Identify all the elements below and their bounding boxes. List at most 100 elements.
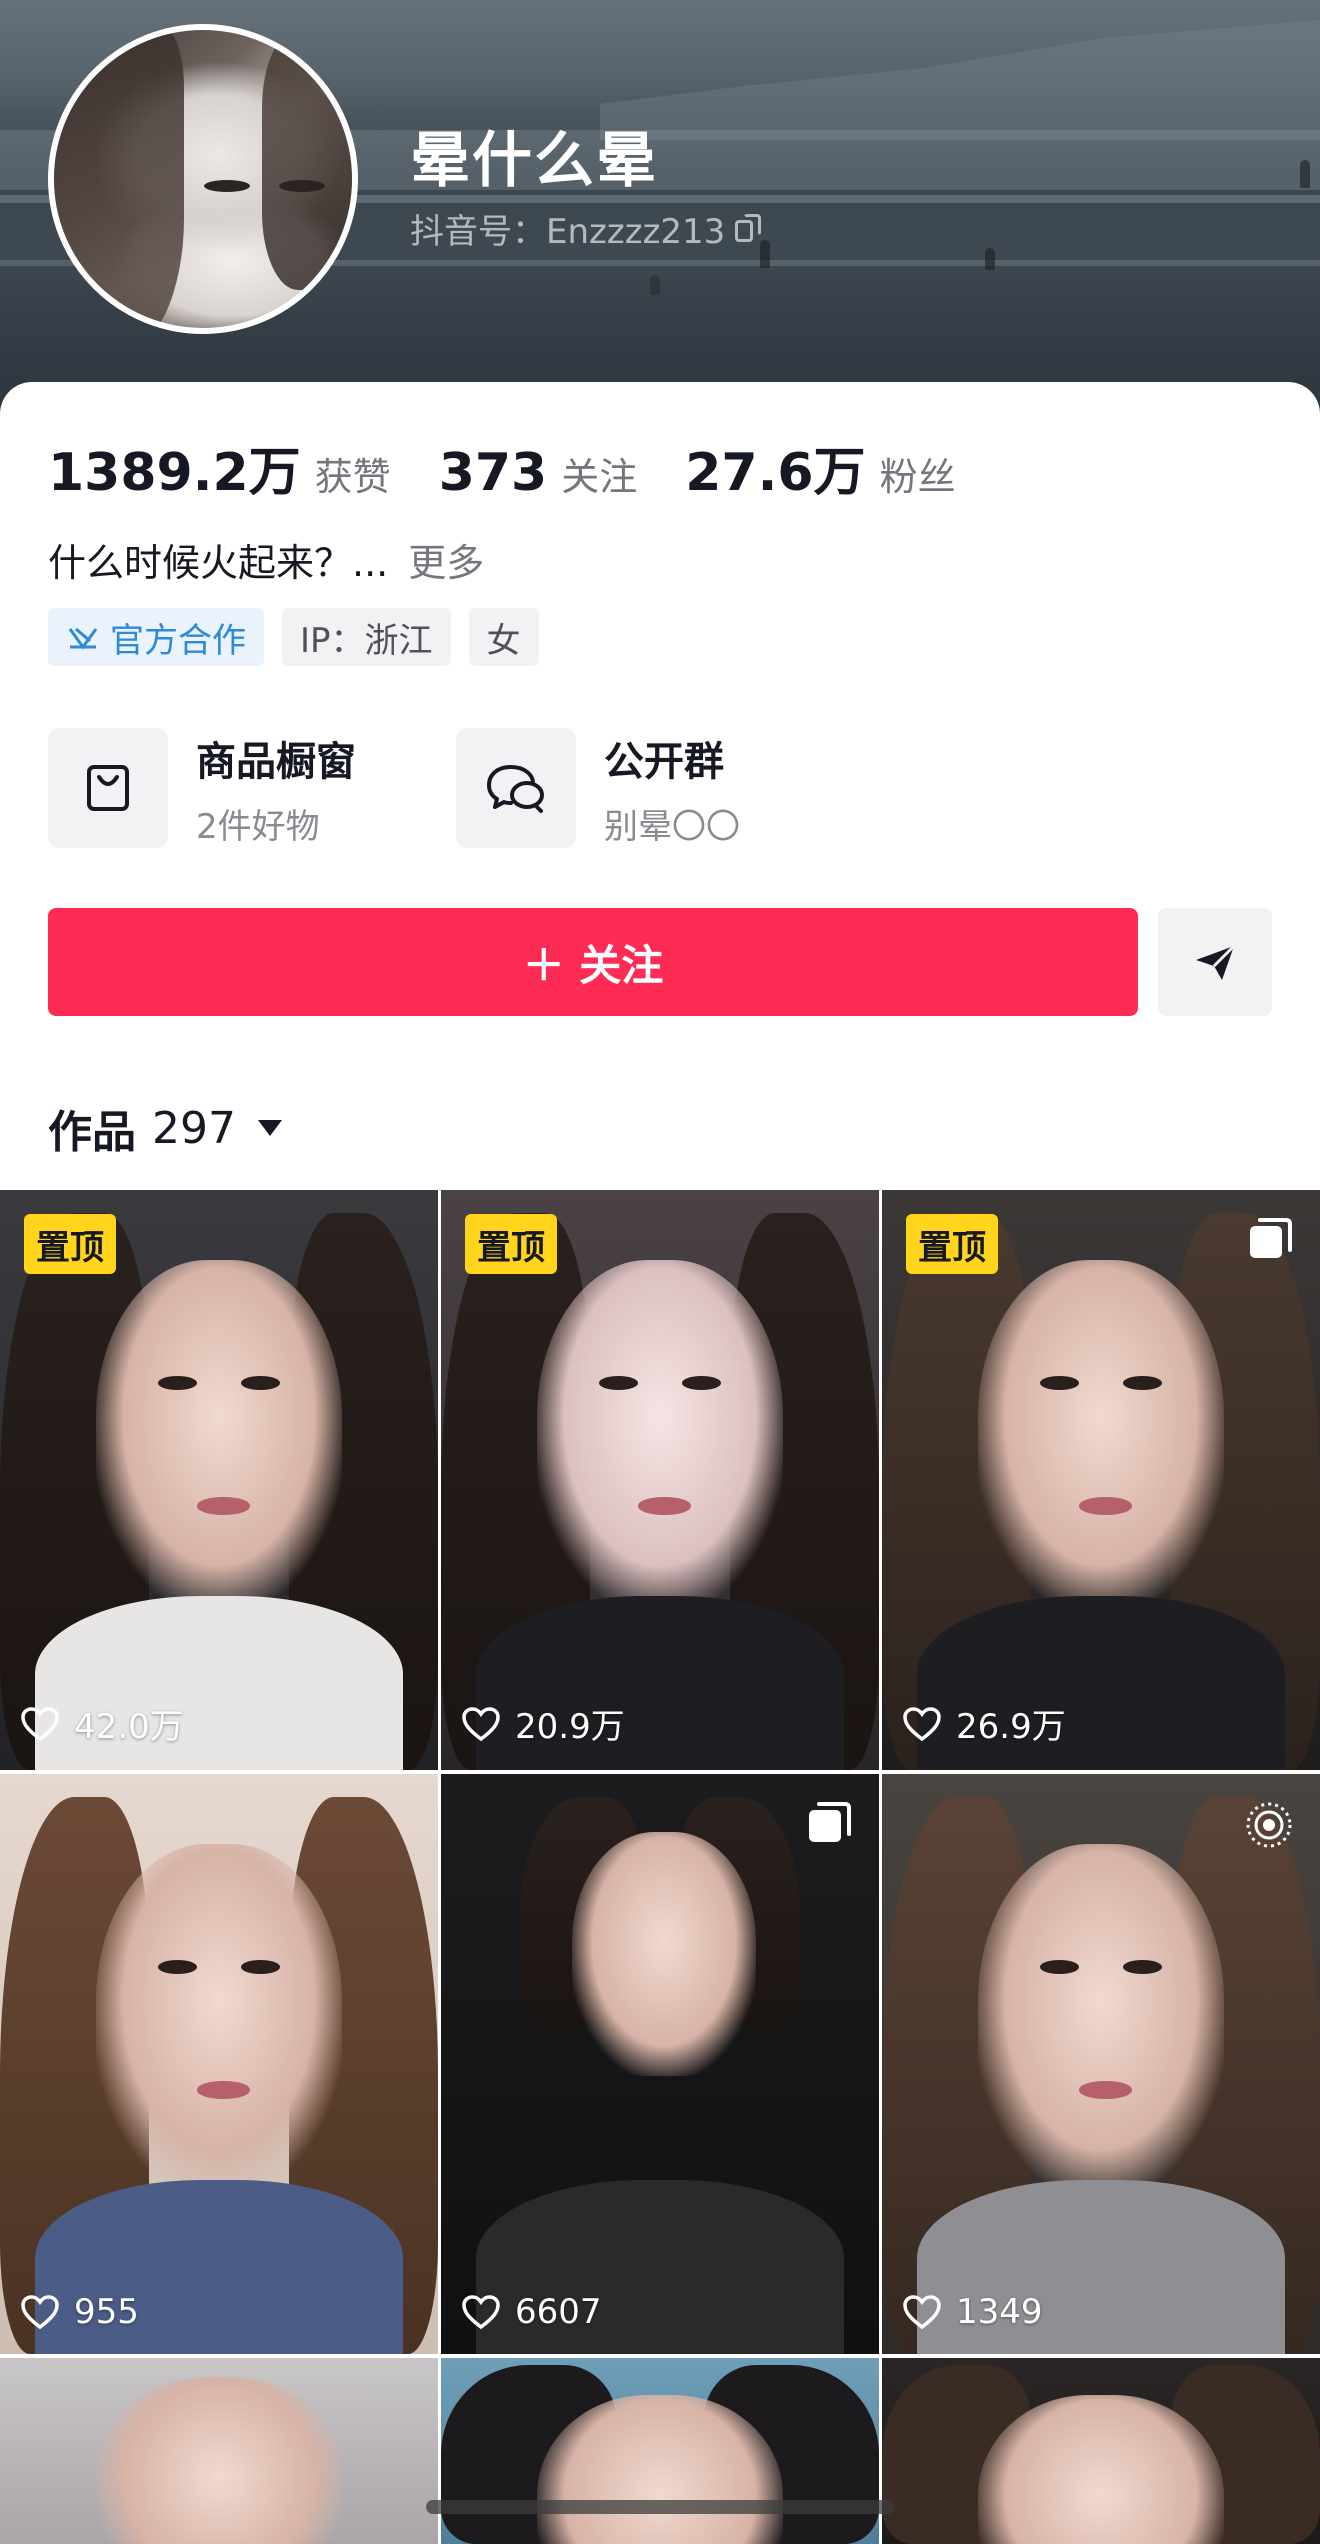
- avatar-hair: [54, 30, 184, 328]
- heart-icon: [21, 2295, 59, 2330]
- heart-icon: [462, 1706, 500, 1741]
- like-count: 26.9万: [902, 1699, 1066, 1748]
- thumb-lips: [1079, 1497, 1132, 1515]
- bio-more-link[interactable]: 更多: [408, 541, 484, 585]
- works-tab[interactable]: 作品 297: [48, 1096, 282, 1160]
- product-showcase-entry[interactable]: 商品橱窗 2件好物: [48, 728, 456, 848]
- like-count-value: 6607: [515, 2292, 602, 2332]
- post-thumbnail[interactable]: 置顶 42.0万: [0, 1190, 438, 1770]
- douyin-id-row[interactable]: 抖音号：Enzzzz213: [410, 204, 762, 253]
- stat-value: 373: [438, 443, 548, 503]
- works-label: 作品: [48, 1107, 136, 1158]
- stat-value: 1389.2万: [48, 443, 301, 503]
- send-icon: [1196, 944, 1236, 980]
- dropdown-triangle-icon[interactable]: [257, 1120, 282, 1136]
- stat-value: 27.6万: [685, 443, 866, 503]
- thumb-eye: [240, 1375, 281, 1390]
- public-group-text: 公开群 别晕〇〇: [604, 729, 740, 848]
- avatar-eye: [279, 180, 325, 192]
- like-count: 1349: [902, 2292, 1043, 2332]
- profile-screen: 晕什么晕 抖音号：Enzzzz213 1389.2万 获赞 373 关注 27.…: [0, 0, 1320, 2544]
- post-thumbnail[interactable]: 置顶 20.9万: [441, 1190, 879, 1770]
- post-thumbnail[interactable]: [441, 2358, 879, 2544]
- tag-row: 官方合作 IP：浙江 女: [48, 608, 539, 666]
- thumb-eye: [1039, 1375, 1080, 1390]
- banner-figure: [650, 275, 660, 295]
- avatar-eye: [204, 180, 250, 192]
- thumb-face: [572, 1832, 757, 2076]
- banner-figure: [1300, 160, 1310, 188]
- thumb-eye: [598, 1375, 639, 1390]
- thumb-face: [96, 1259, 342, 1608]
- follow-button[interactable]: ＋ 关注: [48, 908, 1138, 1016]
- banner-figure: [760, 240, 770, 268]
- product-showcase-text: 商品橱窗 2件好物: [196, 729, 356, 848]
- like-count: 42.0万: [20, 1699, 184, 1748]
- stat-followers[interactable]: 27.6万 粉丝: [685, 430, 955, 505]
- heart-icon: [903, 2295, 941, 2330]
- thumb-face: [978, 1259, 1224, 1608]
- stat-likes[interactable]: 1389.2万 获赞: [48, 430, 391, 505]
- live-photo-icon: [1246, 1802, 1292, 1848]
- thumb-face: [96, 1843, 342, 2192]
- avatar-hair: [262, 30, 352, 290]
- thumb-face: [96, 2376, 342, 2544]
- avatar[interactable]: [48, 24, 358, 334]
- post-thumbnail[interactable]: [0, 2358, 438, 2544]
- public-group-title: 公开群: [604, 738, 724, 785]
- share-button[interactable]: [1158, 908, 1272, 1016]
- official-cooperation-tag[interactable]: 官方合作: [48, 608, 264, 666]
- heart-icon: [462, 2295, 500, 2330]
- like-count: 20.9万: [461, 1699, 625, 1748]
- post-thumbnail[interactable]: 955: [0, 1774, 438, 2354]
- thumb-eye: [240, 1959, 281, 1974]
- douyin-id-text: 抖音号：Enzzzz213: [410, 212, 726, 252]
- official-cooperation-label: 官方合作: [110, 620, 246, 661]
- copy-icon[interactable]: [735, 213, 762, 244]
- pinned-badge: 置顶: [906, 1214, 998, 1274]
- product-showcase-subtitle: 2件好物: [196, 806, 320, 847]
- ip-location-tag: IP：浙江: [282, 608, 451, 666]
- bio-text: 什么时候火起来？...: [48, 541, 389, 585]
- shopping-bag-icon: [48, 728, 168, 848]
- post-thumbnail[interactable]: 6607: [441, 1774, 879, 2354]
- thumb-eye: [1122, 1959, 1163, 1974]
- works-count: 297: [152, 1102, 236, 1154]
- group-chat-icon: [456, 728, 576, 848]
- thumb-lips: [1079, 2081, 1132, 2099]
- thumb-face: [537, 1259, 783, 1608]
- feature-row: 商品橱窗 2件好物 公开群 别晕〇〇: [48, 728, 864, 848]
- pinned-badge: 置顶: [465, 1214, 557, 1274]
- like-count: 955: [20, 2292, 139, 2332]
- like-count: 6607: [461, 2292, 602, 2332]
- bio: 什么时候火起来？... 更多: [48, 532, 484, 587]
- product-showcase-title: 商品橱窗: [196, 738, 356, 785]
- stat-label: 获赞: [314, 455, 391, 499]
- like-count-value: 42.0万: [74, 1707, 184, 1747]
- post-thumbnail[interactable]: 1349: [882, 1774, 1320, 2354]
- public-group-entry[interactable]: 公开群 别晕〇〇: [456, 728, 864, 848]
- follow-button-label: ＋ 关注: [522, 940, 664, 990]
- like-count-value: 20.9万: [515, 1707, 625, 1747]
- home-indicator[interactable]: [426, 2500, 894, 2514]
- multi-image-icon: [1250, 1218, 1292, 1258]
- stat-following[interactable]: 373 关注: [439, 443, 638, 503]
- thumb-lips: [638, 1497, 691, 1515]
- thumb-eye: [1122, 1375, 1163, 1390]
- like-count-value: 26.9万: [956, 1707, 1066, 1747]
- banner-figure: [985, 248, 995, 270]
- thumb-face: [978, 1843, 1224, 2192]
- gender-tag: 女: [468, 608, 539, 666]
- thumb-eye: [157, 1959, 198, 1974]
- stats-row: 1389.2万 获赞 373 关注 27.6万 粉丝: [48, 430, 1004, 505]
- official-cooperation-icon: [66, 622, 100, 652]
- banner-hill: [600, 20, 1320, 140]
- like-count-value: 955: [74, 2292, 139, 2332]
- post-thumbnail[interactable]: 置顶 26.9万: [882, 1190, 1320, 1770]
- public-group-subtitle: 别晕〇〇: [604, 806, 740, 847]
- profile-nickname: 晕什么晕: [410, 126, 658, 196]
- post-thumbnail[interactable]: [882, 2358, 1320, 2544]
- thumb-eye: [1039, 1959, 1080, 1974]
- thumb-eye: [681, 1375, 722, 1390]
- thumb-lips: [197, 2081, 250, 2099]
